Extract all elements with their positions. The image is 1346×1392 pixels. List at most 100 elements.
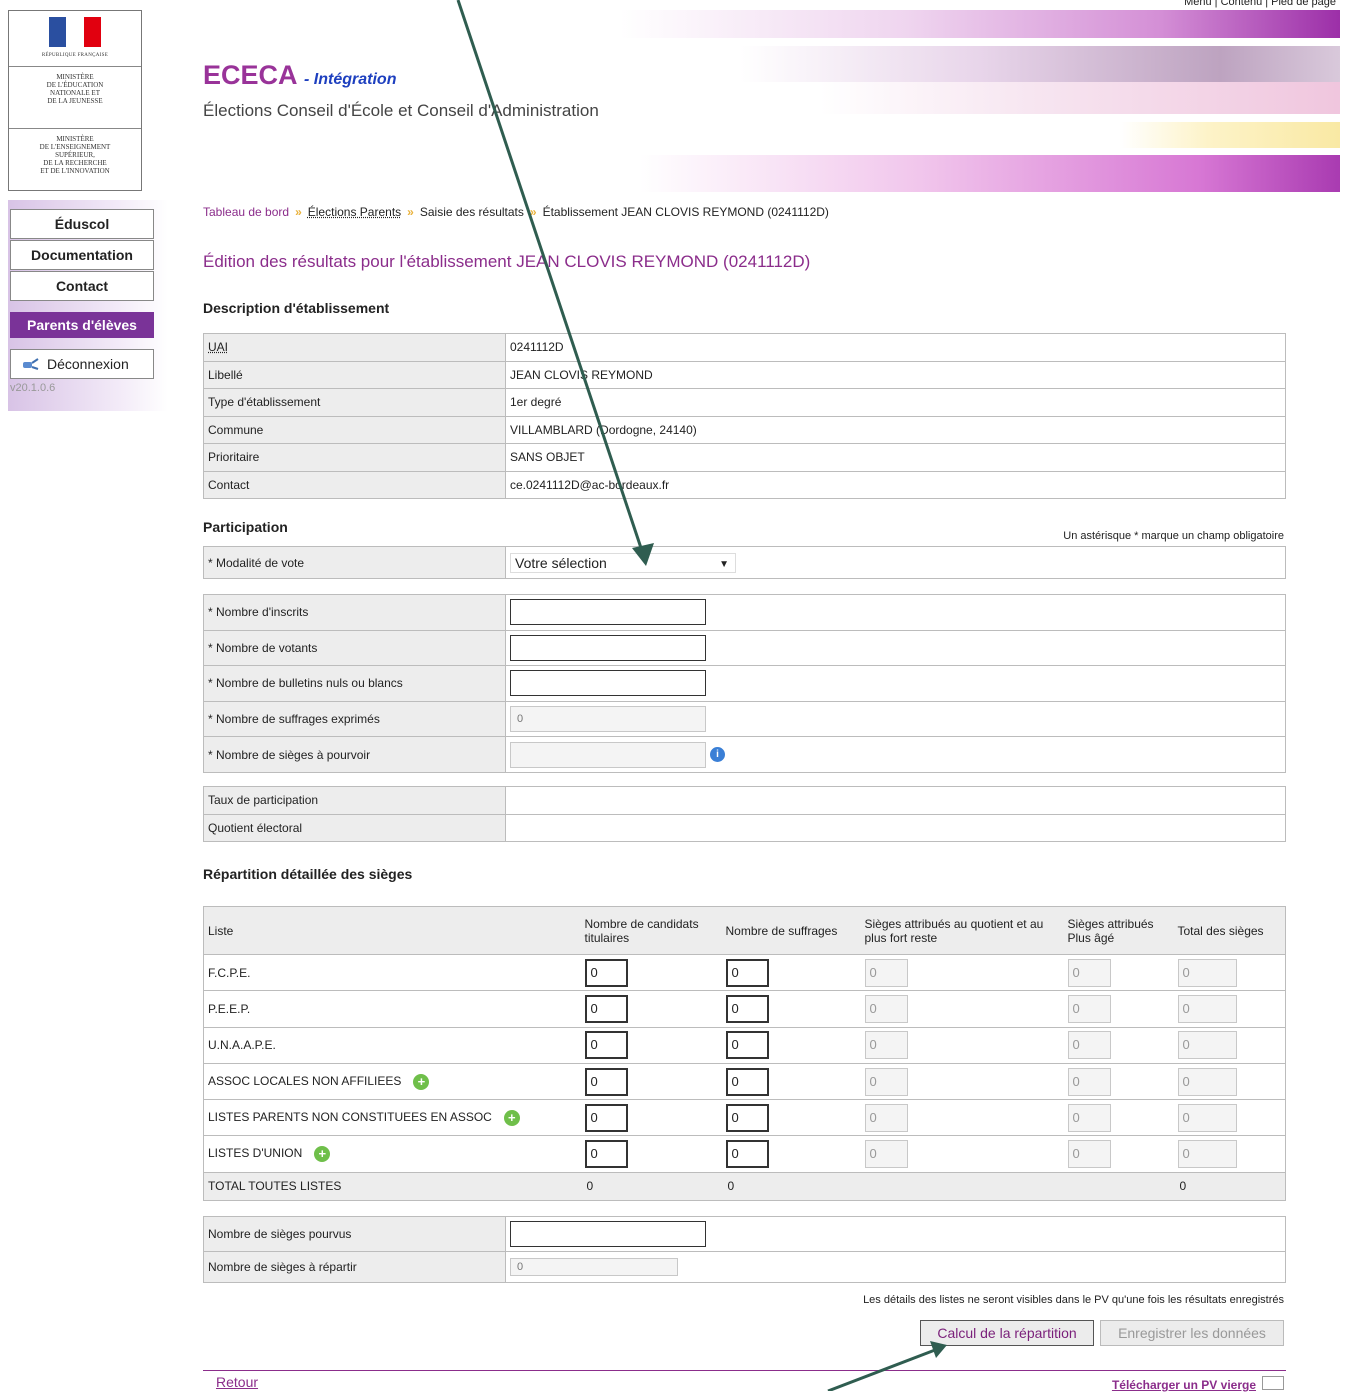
header-banner — [620, 10, 1340, 192]
logout-label: Déconnexion — [47, 356, 129, 372]
col-plus-age: Sièges attribués Plus âgé — [1063, 906, 1174, 955]
votants-label: * Nombre de votants — [203, 629, 506, 667]
app-title-text: ECECA — [203, 60, 297, 90]
candidats-input[interactable]: 0 — [584, 958, 628, 987]
repartition-heading: Répartition détaillée des sièges — [203, 866, 413, 882]
pourvus-input[interactable] — [510, 1221, 706, 1247]
table-row: * Nombre de bulletins nuls ou blancs — [203, 665, 1286, 702]
suffrages-input[interactable]: 0 — [725, 994, 769, 1023]
plus-age-field: 0 — [1067, 1067, 1111, 1096]
table-row: * Nombre d'inscrits — [203, 594, 1286, 631]
plus-age-field: 0 — [1067, 1031, 1111, 1060]
total-field: 0 — [1177, 958, 1237, 987]
uai-label: UAI — [208, 340, 229, 355]
suffrages-input[interactable]: 0 — [725, 1067, 769, 1096]
table-row: * Modalité de vote Votre sélection ▼ — [203, 546, 1286, 579]
candidats-input[interactable]: 0 — [584, 1140, 628, 1169]
add-list-icon[interactable]: + — [413, 1073, 430, 1090]
liste-name: LISTES D'UNION — [208, 1146, 303, 1161]
save-button[interactable]: Enregistrer les données — [1100, 1320, 1284, 1346]
suffrages-input[interactable]: 0 — [725, 958, 769, 987]
table-row: LISTES PARENTS NON CONSTITUEES EN ASSOC +… — [203, 1099, 1286, 1137]
total-field: 0 — [1177, 1103, 1237, 1132]
pourvus-label: Nombre de sièges pourvus — [203, 1216, 506, 1252]
col-liste: Liste — [203, 906, 581, 955]
lists-note: Les détails des listes ne seront visible… — [863, 1294, 1284, 1306]
table-row: * Nombre de votants — [203, 629, 1286, 667]
commune-label: Commune — [203, 415, 506, 444]
ministry-research-text: MINISTÈRE DE L'ENSEIGNEMENT SUPÉRIEUR, D… — [39, 135, 111, 175]
table-row: Taux de participation — [203, 786, 1286, 815]
required-note: Un astérisque * marque un champ obligato… — [1063, 530, 1284, 542]
add-list-icon[interactable]: + — [314, 1146, 331, 1163]
table-row: ASSOC LOCALES NON AFFILIEES + 0 0 0 0 0 — [203, 1062, 1286, 1101]
total-label: TOTAL TOUTES LISTES — [203, 1171, 581, 1201]
page-title: Édition des résultats pour l'établisseme… — [203, 252, 811, 271]
republique-text: RÉPUBLIQUE FRANÇAISE — [41, 53, 109, 58]
table-row: Libellé JEAN CLOVIS REYMOND — [203, 360, 1286, 389]
document-icon[interactable] — [1262, 1376, 1284, 1390]
back-link[interactable]: Retour — [216, 1374, 258, 1390]
sidebar-item-parents[interactable]: Parents d'élèves — [10, 312, 154, 338]
candidats-input[interactable]: 0 — [584, 994, 628, 1023]
exprimes-input: 0 — [510, 706, 706, 733]
breadcrumb-sep-icon: » — [407, 205, 414, 219]
description-table: UAI 0241112D Libellé JEAN CLOVIS REYMOND T… — [203, 333, 1286, 499]
repartition-table: Liste Nombre de candidats titulaires Nom… — [203, 906, 1286, 1201]
version-label: v20.1.0.6 — [10, 382, 56, 394]
libelle-label: Libellé — [203, 360, 506, 389]
quotient-field: 0 — [864, 958, 908, 987]
table-row: Nombre de sièges à répartir 0 — [203, 1251, 1286, 1283]
inscrits-input[interactable] — [510, 599, 706, 626]
table-row: F.C.P.E. 0 0 0 0 0 — [203, 953, 1286, 992]
candidats-input[interactable]: 0 — [584, 1031, 628, 1060]
calcul-button[interactable]: Calcul de la répartition — [920, 1320, 1094, 1346]
footer-divider — [203, 1370, 1286, 1371]
total-sieges: 0 — [1173, 1171, 1286, 1201]
ministry-logo: RÉPUBLIQUE FRANÇAISE MINISTÈRE DE L'ÉDUC… — [8, 10, 142, 191]
sidebar-item-documentation[interactable]: Documentation — [10, 240, 154, 270]
modalite-select-value: Votre sélection — [515, 554, 607, 571]
breadcrumb-saisie[interactable]: Saisie des résultats — [420, 205, 524, 219]
bulletins-input[interactable] — [510, 670, 706, 697]
table-row: Prioritaire SANS OBJET — [203, 443, 1286, 472]
table-row: UAI 0241112D — [203, 333, 1286, 362]
add-list-icon[interactable]: + — [503, 1109, 520, 1126]
bulletins-label: * Nombre de bulletins nuls ou blancs — [203, 665, 506, 702]
votants-input[interactable] — [510, 634, 706, 661]
type-value: 1er degré — [505, 388, 1286, 417]
info-icon[interactable]: i — [710, 747, 725, 763]
stats-table: Taux de participation Quotient électoral — [203, 786, 1286, 842]
participation-heading: Participation — [203, 519, 288, 535]
modalite-label: * Modalité de vote — [203, 546, 506, 579]
ministry-education-text: MINISTÈRE DE L'ÉDUCATION NATIONALE ET DE… — [9, 67, 141, 129]
candidats-input[interactable]: 0 — [584, 1103, 628, 1132]
sidebar-item-contact[interactable]: Contact — [10, 271, 154, 301]
sidebar-item-eduscol[interactable]: Éduscol — [10, 209, 154, 239]
breadcrumb-sep-icon: » — [295, 205, 302, 219]
libelle-value: JEAN CLOVIS REYMOND — [505, 360, 1286, 389]
plug-icon — [21, 352, 41, 370]
suffrages-input[interactable]: 0 — [725, 1140, 769, 1169]
breadcrumb-elections[interactable]: Élections Parents — [308, 205, 401, 219]
skip-links[interactable]: Menu | Contenu | Pied de page — [1184, 0, 1336, 8]
modalite-select[interactable]: Votre sélection ▼ — [510, 552, 736, 573]
inscrits-label: * Nombre d'inscrits — [203, 594, 506, 631]
exprimes-label: * Nombre de suffrages exprimés — [203, 700, 506, 738]
total-candidats: 0 — [580, 1171, 722, 1201]
prioritaire-label: Prioritaire — [203, 443, 506, 472]
plus-age-field: 0 — [1067, 1103, 1111, 1132]
download-pv-link[interactable]: Télécharger un PV vierge — [1112, 1378, 1256, 1392]
suffrages-input[interactable]: 0 — [725, 1031, 769, 1060]
candidats-input[interactable]: 0 — [584, 1067, 628, 1096]
sieges-table: Nombre de sièges pourvus Nombre de siège… — [203, 1216, 1286, 1283]
suffrages-input[interactable]: 0 — [725, 1103, 769, 1132]
plus-age-field: 0 — [1067, 994, 1111, 1023]
logout-button[interactable]: Déconnexion — [10, 349, 154, 379]
breadcrumb-dashboard[interactable]: Tableau de bord — [203, 205, 289, 219]
total-quotient — [860, 1171, 1064, 1201]
sieges-label: * Nombre de sièges à pourvoir — [203, 736, 506, 773]
prioritaire-value: SANS OBJET — [505, 443, 1286, 472]
table-row: Nombre de sièges pourvus — [203, 1216, 1286, 1252]
table-row: P.E.E.P. 0 0 0 0 0 — [203, 990, 1286, 1028]
